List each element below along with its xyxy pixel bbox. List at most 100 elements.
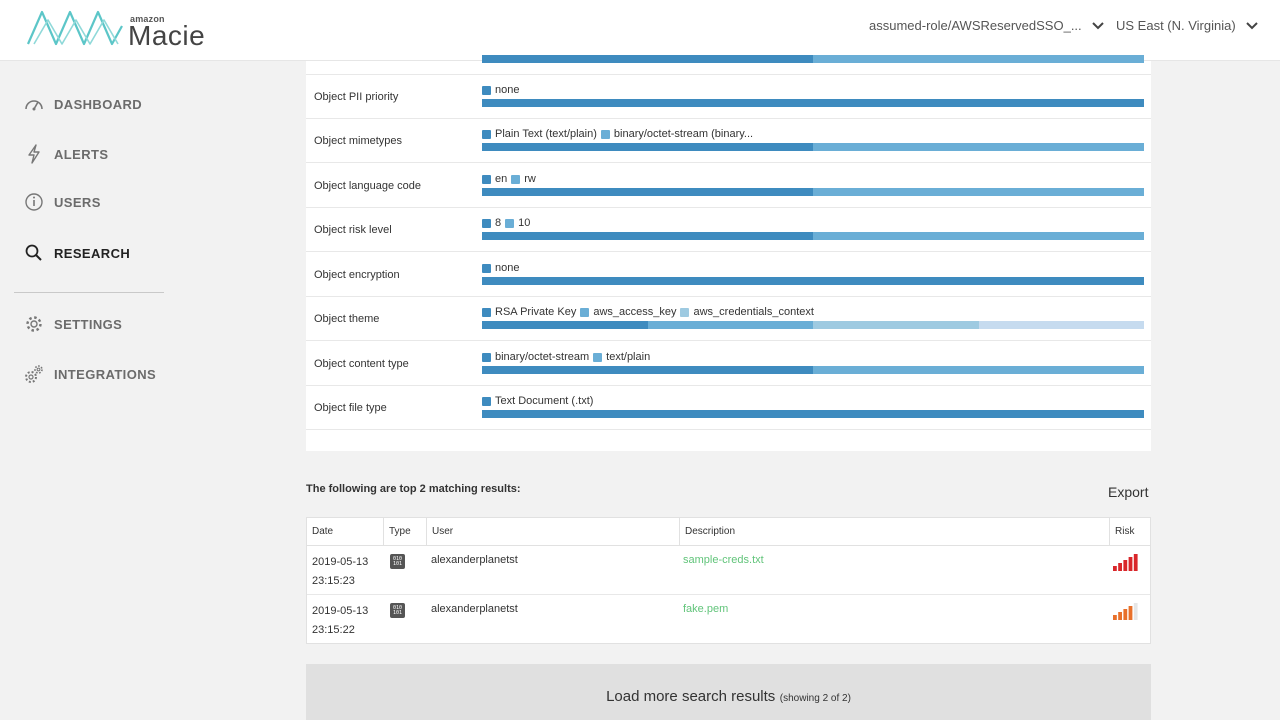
legend-swatch — [482, 174, 491, 184]
facet-legend-item[interactable]: binary/octet-stream — [482, 351, 589, 363]
binary-file-icon: 010 101 — [390, 554, 405, 569]
facet-legend-item[interactable]: Text Document (.txt) — [482, 395, 593, 407]
column-header-description[interactable]: Description — [680, 518, 1110, 545]
legend-swatch — [505, 218, 515, 228]
legend-swatch — [593, 352, 603, 362]
risk-bar — [1133, 554, 1138, 571]
facet-legend: Plain Text (text/plain) binary/octet-stre… — [482, 128, 757, 140]
results-heading: The following are top 2 matching results… — [306, 483, 521, 495]
facet-label: Object risk level — [314, 224, 392, 236]
sidebar-item-label: SETTINGS — [54, 316, 123, 332]
facet-legend-item[interactable]: rw — [511, 173, 536, 185]
facet-bar-segment[interactable] — [482, 410, 1144, 418]
facet-bar-segment[interactable] — [482, 99, 1144, 107]
facet-legend: RSA Private Key aws_access_key aws_credent… — [482, 306, 818, 318]
facet-legend-label: rw — [524, 173, 536, 185]
facet-bar-segment[interactable] — [482, 55, 813, 63]
legend-swatch — [482, 396, 491, 406]
facet-legend-item[interactable]: 8 — [482, 217, 501, 229]
table-header: Date Type User Description Risk — [307, 518, 1150, 546]
legend-swatch — [482, 218, 491, 228]
legend-swatch — [482, 129, 491, 139]
sidebar-item-research[interactable]: RESEARCH — [24, 242, 130, 264]
facet-label: Object file type — [314, 402, 387, 414]
column-header-type[interactable]: Type — [384, 518, 427, 545]
sidebar-item-users[interactable]: USERS — [24, 191, 101, 213]
facet-bar-segment[interactable] — [813, 232, 1144, 240]
facet-label: Object mimetypes — [314, 135, 403, 147]
date-text: 2019-05-13 — [312, 605, 369, 617]
facet-row — [306, 31, 1151, 75]
facet-legend-label: none — [495, 84, 520, 96]
facet-legend-item[interactable]: none — [482, 262, 519, 274]
load-more-label: Load more search results — [606, 688, 776, 705]
facet-bar-segment[interactable] — [813, 188, 1144, 196]
info-circle-icon — [24, 192, 44, 212]
facet-legend-item[interactable]: 10 — [505, 217, 530, 229]
facet-legend-item[interactable]: aws_credentials_context — [680, 306, 814, 318]
column-header-risk[interactable]: Risk — [1110, 518, 1152, 545]
sidebar-item-dashboard[interactable]: DASHBOARD — [24, 93, 142, 115]
facet-bar-segment[interactable] — [482, 143, 813, 151]
table-row[interactable]: 2019-05-13 23:15:23 010 101 alexanderplanet… — [307, 546, 1150, 595]
risk-bar — [1113, 566, 1117, 571]
facet-bar-segment[interactable] — [482, 232, 813, 240]
cell-date: 2019-05-13 23:15:22 — [307, 602, 383, 640]
chevron-down-icon — [1091, 21, 1104, 29]
facet-legend: Text Document (.txt) — [482, 395, 597, 407]
risk-bar — [1123, 560, 1128, 571]
facet-legend-item[interactable]: RSA Private Key — [482, 306, 576, 318]
facet-bar-segment[interactable] — [482, 321, 648, 329]
export-button[interactable]: Export — [1108, 484, 1148, 500]
cell-description-link[interactable]: fake.pem — [678, 603, 728, 615]
facet-bar-segment[interactable] — [647, 321, 813, 329]
facet-bar-segment[interactable] — [482, 188, 813, 196]
sidebar-item-label: ALERTS — [54, 146, 109, 162]
column-header-date[interactable]: Date — [307, 518, 384, 545]
chevron-down-icon — [1245, 21, 1258, 29]
legend-swatch — [680, 307, 690, 317]
sidebar-item-integrations[interactable]: INTEGRATIONS — [24, 363, 156, 385]
sidebar-item-alerts[interactable]: ALERTS — [24, 143, 108, 165]
facet-row: Object risk level 8 10 — [306, 208, 1151, 252]
facet-legend: en rw — [482, 173, 540, 185]
facet-distribution-bar — [482, 55, 1144, 63]
facet-bar-segment[interactable] — [482, 366, 813, 374]
facet-legend-item[interactable]: aws_access_key — [580, 306, 676, 318]
legend-swatch — [511, 174, 521, 184]
load-more-button[interactable]: Load more search results (showing 2 of 2… — [306, 664, 1151, 720]
facet-label: Object language code — [314, 180, 422, 192]
sidebar: DASHBOARD ALERTS USERS RESEARCH SETTINGS… — [0, 61, 178, 720]
facet-legend-item[interactable]: Plain Text (text/plain) — [482, 128, 597, 140]
facet-bar-segment[interactable] — [482, 277, 1144, 285]
facet-distribution-bar — [482, 410, 1144, 418]
facet-bar-segment[interactable] — [813, 321, 979, 329]
sidebar-item-label: DASHBOARD — [54, 96, 143, 112]
gauge-icon — [24, 94, 44, 114]
results-table: Date Type User Description Risk 2019-05-… — [306, 517, 1151, 644]
cell-user: alexanderplanetst — [431, 554, 518, 566]
load-more-count: (showing 2 of 2) — [779, 693, 851, 704]
facet-legend-item[interactable]: text/plain — [593, 351, 650, 363]
cell-user: alexanderplanetst — [431, 603, 518, 615]
sidebar-item-label: INTEGRATIONS — [54, 366, 157, 382]
facet-legend-item[interactable]: binary/octet-stream (binary... — [600, 128, 754, 140]
facet-bar-segment[interactable] — [813, 55, 1144, 63]
facet-bar-segment[interactable] — [978, 321, 1144, 329]
sidebar-item-settings[interactable]: SETTINGS — [24, 313, 122, 335]
facet-legend-label: en — [495, 173, 508, 185]
facet-legend-label: binary/octet-stream (binary... — [613, 128, 754, 140]
facet-legend: none — [482, 84, 523, 96]
facet-legend-label: aws_access_key — [593, 306, 677, 318]
legend-swatch — [482, 85, 491, 95]
cell-description-link[interactable]: sample-creds.txt — [678, 554, 764, 566]
facet-legend-item[interactable]: none — [482, 84, 519, 96]
facet-bar-segment[interactable] — [813, 143, 1144, 151]
facet-legend-item[interactable]: en — [482, 173, 507, 185]
facet-panel: Object PII priority none Object mimetypes P… — [306, 55, 1151, 451]
facet-row: Object mimetypes Plain Text (text/plain) b… — [306, 119, 1151, 163]
table-row[interactable]: 2019-05-13 23:15:22 010 101 alexanderplanet… — [307, 595, 1150, 643]
facet-bar-segment[interactable] — [813, 366, 1144, 374]
column-header-user[interactable]: User — [427, 518, 680, 545]
macie-logo[interactable]: amazon Macie — [26, 6, 216, 51]
